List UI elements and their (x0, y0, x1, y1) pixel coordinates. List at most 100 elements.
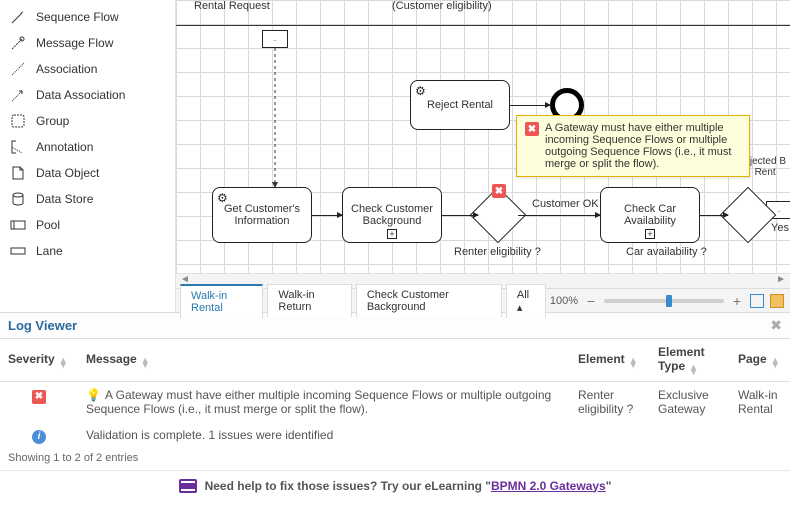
palette-item-label: Group (36, 114, 69, 128)
col-page[interactable]: Page▲▼ (730, 339, 790, 382)
palette-item-label: Annotation (36, 140, 93, 154)
data-association-icon (10, 87, 26, 103)
zoom-percent: 100% (550, 295, 578, 307)
sequence-flow[interactable] (700, 215, 728, 216)
flow-label: ejected B Rent (744, 156, 786, 178)
log-table: Severity▲▼ Message▲▼ Element▲▼ Element T… (0, 339, 790, 450)
palette-item-label: Sequence Flow (36, 10, 119, 24)
palette-item-label: Association (36, 62, 97, 76)
sort-icon: ▲▼ (59, 358, 68, 368)
task-label: Check Customer Background (351, 203, 433, 227)
palette-item-data-association[interactable]: Data Association (0, 82, 175, 108)
log-page: Walk-in Rental (730, 382, 790, 423)
zoom-slider[interactable] (604, 299, 724, 303)
error-badge-icon[interactable]: ✖ (492, 184, 506, 198)
gateway-label: Car availability ? (626, 246, 707, 258)
tooltip-message: A Gateway must have either multiple inco… (545, 122, 741, 170)
lane-header-label: Rental Request (194, 0, 270, 12)
sequence-flow[interactable] (312, 215, 342, 216)
tab-walk-in-rental[interactable]: Walk-in Rental (180, 284, 263, 318)
col-severity[interactable]: Severity▲▼ (0, 339, 78, 382)
log-element-type: Exclusive Gateway (650, 382, 730, 423)
error-icon: ✖ (525, 122, 539, 136)
log-message: Validation is complete. 1 issues were id… (78, 422, 570, 450)
error-icon: ✖ (32, 390, 46, 404)
palette-item-label: Data Store (36, 192, 93, 206)
palette-item-label: Data Object (36, 166, 99, 180)
group-icon (10, 113, 26, 129)
subprocess-marker-icon: + (387, 229, 397, 239)
association-icon (10, 61, 26, 77)
palette-item-association[interactable]: Association (0, 56, 175, 82)
gateway-label: Renter eligibility ? (454, 246, 541, 258)
palette-item-label: Data Association (36, 88, 125, 102)
task-check-customer-background[interactable]: Check Customer Background + (342, 187, 442, 243)
tab-bar: Walk-in Rental Walk-in Return Check Cust… (176, 288, 790, 312)
task-reject-rental[interactable]: ⚙ Reject Rental (410, 80, 510, 130)
film-icon (179, 479, 197, 493)
log-message: A Gateway must have either multiple inco… (86, 388, 551, 416)
sort-icon: ▲▼ (771, 358, 780, 368)
palette-item-group[interactable]: Group (0, 108, 175, 134)
data-store-icon (10, 191, 26, 207)
sort-icon: ▲▼ (629, 358, 638, 368)
zoom-in-button[interactable]: + (730, 294, 744, 308)
lane-header-note: (Customer eligibility) (392, 0, 492, 12)
tab-walk-in-return[interactable]: Walk-in Return (267, 284, 351, 317)
gear-icon: ⚙ (217, 191, 228, 205)
flow-label: Yes (771, 222, 789, 234)
fit-content-icon[interactable] (770, 294, 784, 308)
chevron-up-icon: ▴ (517, 302, 523, 314)
log-footer: Showing 1 to 2 of 2 entries (0, 450, 790, 470)
subprocess-marker-icon: + (645, 229, 655, 239)
palette-item-label: Lane (36, 244, 63, 258)
task-check-car-availability[interactable]: Check Car Availability + (600, 187, 700, 243)
task-get-customer-info[interactable]: ⚙ Get Customer's Information (212, 187, 312, 243)
validation-tooltip: ✖ A Gateway must have either multiple in… (516, 115, 750, 177)
log-row[interactable]: ✖ 💡A Gateway must have either multiple i… (0, 382, 790, 423)
diagram-canvas[interactable]: Rental Request (Customer eligibility) ⚙ … (176, 0, 790, 273)
sequence-flow[interactable] (442, 215, 478, 216)
log-row[interactable]: i Validation is complete. 1 issues were … (0, 422, 790, 450)
palette-item-data-object[interactable]: Data Object (0, 160, 175, 186)
palette-item-label: Message Flow (36, 36, 113, 50)
zoom-out-button[interactable]: − (584, 294, 598, 308)
palette-item-sequence-flow[interactable]: Sequence Flow (0, 4, 175, 30)
scroll-right-icon[interactable]: ► (776, 274, 786, 288)
gear-icon: ⚙ (415, 84, 426, 98)
sequence-flow[interactable] (518, 215, 600, 216)
palette-item-data-store[interactable]: Data Store (0, 186, 175, 212)
log-element: Renter eligibility ? (570, 382, 650, 423)
task-label: Check Car Availability (609, 203, 691, 227)
annotation-icon (10, 139, 26, 155)
palette-item-pool[interactable]: Pool (0, 212, 175, 238)
elearning-hint: Need help to fix those issues? Try our e… (0, 470, 790, 501)
zoom-controls: 100% − + (550, 294, 790, 308)
message-flow-icon (10, 35, 26, 51)
palette-item-annotation[interactable]: Annotation (0, 134, 175, 160)
task-label: Get Customer's Information (221, 203, 303, 227)
palette: Sequence Flow Message Flow Association D… (0, 0, 176, 312)
sort-icon: ▲▼ (689, 365, 698, 375)
lane-icon (10, 243, 26, 259)
close-icon[interactable]: ✖ (770, 317, 782, 334)
col-element[interactable]: Element▲▼ (570, 339, 650, 382)
flow-label: Customer OK (532, 198, 599, 210)
palette-item-label: Pool (36, 218, 60, 232)
palette-item-message-flow[interactable]: Message Flow (0, 30, 175, 56)
sequence-flow[interactable] (510, 105, 550, 106)
col-element-type[interactable]: Element Type▲▼ (650, 339, 730, 382)
data-object-icon (10, 165, 26, 181)
tab-all[interactable]: All ▴ (506, 284, 546, 318)
log-viewer-title: Log Viewer (8, 318, 77, 333)
message-event-icon[interactable] (262, 30, 288, 48)
col-message[interactable]: Message▲▼ (78, 339, 570, 382)
sort-icon: ▲▼ (141, 358, 150, 368)
pool-icon (10, 217, 26, 233)
palette-item-lane[interactable]: Lane (0, 238, 175, 264)
elearning-link[interactable]: BPMN 2.0 Gateways (491, 479, 606, 493)
tab-check-customer-background[interactable]: Check Customer Background (356, 284, 502, 317)
lightbulb-icon: 💡 (86, 388, 101, 402)
info-icon: i (32, 430, 46, 444)
fit-page-icon[interactable] (750, 294, 764, 308)
